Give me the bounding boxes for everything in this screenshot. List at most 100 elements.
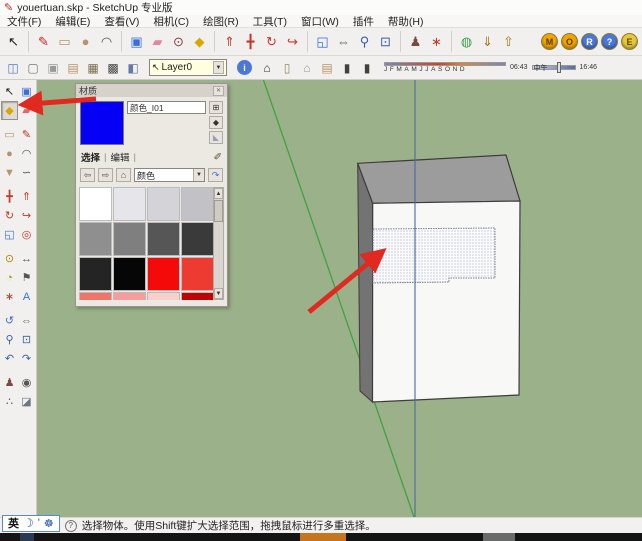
color-swatch[interactable] [79,187,112,221]
set-default-material-button[interactable]: ◆ [209,116,223,129]
ime-language-indicator[interactable]: 英 [8,515,19,531]
scale-tool-button[interactable]: ◱ [307,31,333,52]
house-dark-icon[interactable]: ⌂ [257,58,277,78]
menu-item[interactable]: 编辑(E) [48,14,97,29]
collection-dropdown[interactable]: 颜色 ▼ [134,168,205,182]
swatch-scrollbar[interactable]: ▲ ▼ [213,187,224,300]
color-swatch[interactable] [147,187,180,221]
google-earth-button[interactable]: ◍ [451,31,477,52]
color-swatch[interactable] [113,222,146,256]
material-name-field[interactable]: 颜色_I01 [127,101,206,114]
tab-select[interactable]: 选择 [81,150,100,164]
community-badge-button[interactable]: R [581,33,598,50]
menu-item[interactable]: 查看(V) [97,14,146,29]
zoom-extents-button[interactable]: ⊡ [18,330,35,349]
3d-text-tool-button[interactable]: A [18,287,35,306]
push-pull-button[interactable]: ⇑ [18,187,35,206]
rotate-tool-button[interactable]: ↻ [1,206,18,225]
section-plane-button[interactable]: ◪ [18,392,35,411]
follow-me-button[interactable]: ↪ [18,206,35,225]
home-button[interactable]: ⌂ [116,168,131,182]
back-edges-button[interactable]: ◧ [123,58,143,78]
zoom-tool-button[interactable]: ⚲ [354,31,375,52]
punctuation-icon[interactable]: ' [38,517,40,529]
walk-tool-button[interactable]: ∴ [1,392,18,411]
back-button[interactable]: ⇦ [80,168,95,182]
color-swatch[interactable] [147,257,180,291]
axes-tool-button[interactable]: ∗ [1,287,18,306]
push-pull-button[interactable]: ⇑ [214,31,240,52]
help-icon[interactable]: ? [65,520,77,532]
paint-bucket-button[interactable]: ◆ [1,101,18,120]
circle-tool-button[interactable]: ● [1,144,18,163]
offset-tool-button[interactable]: ◎ [18,225,35,244]
zoom-previous-button[interactable]: ↶ [1,349,18,368]
color-swatch[interactable] [79,222,112,256]
color-swatch[interactable] [181,222,214,256]
box-top-face[interactable] [358,155,520,203]
line-tool-button[interactable]: ✎ [18,125,35,144]
menu-item[interactable]: 插件 [346,14,381,29]
scale-tool-button[interactable]: ◱ [1,225,18,244]
layer-dropdown[interactable]: ↖ Layer0 ▼ [149,59,227,76]
menu-item[interactable]: 绘图(R) [196,14,246,29]
rectangle-tool-button[interactable]: ▭ [1,125,18,144]
orbit-tool-button[interactable]: ↺ [1,311,18,330]
box-light-icon[interactable]: ▯ [277,58,297,78]
community-badge-button[interactable]: M [541,33,558,50]
color-swatch[interactable] [113,257,146,291]
create-material-button[interactable]: ⊞ [209,101,223,114]
follow-me-button[interactable]: ↪ [282,31,303,52]
wireframe-button[interactable]: ▢ [23,58,43,78]
community-badge-button[interactable]: E [621,33,638,50]
layer-manager-button[interactable]: i [237,60,252,75]
selected-face[interactable] [373,228,495,283]
shadow-time-slider[interactable]: 中午 [532,65,576,70]
forward-button[interactable]: ⇨ [98,168,113,182]
position-camera-button[interactable]: ♟ [400,31,426,52]
paint-bucket-button[interactable]: ◆ [189,31,210,52]
moon-icon[interactable]: ☽ [23,516,34,530]
dimension-tool-button[interactable]: ↔ [18,249,35,268]
pan-tool-button[interactable]: ⇔ [18,311,35,330]
house-outline-icon[interactable]: ⌂ [297,58,317,78]
share-models-button[interactable]: ⇧ [498,31,519,52]
freehand-tool-button[interactable]: ∽ [18,163,35,182]
color-swatch[interactable] [113,187,146,221]
look-around-button[interactable]: ◉ [18,373,35,392]
community-badge-button[interactable]: O [561,33,578,50]
polygon-tool-button[interactable]: ▼ [1,163,18,182]
eraser-tool-button[interactable]: ▰ [147,31,168,52]
zoom-next-button[interactable]: ↷ [18,349,35,368]
arc-tool-button[interactable]: ◠ [96,31,117,52]
color-swatch[interactable] [79,292,112,300]
materials-dialog-titlebar[interactable]: 材质 ✕ [76,84,227,97]
move-tool-button[interactable]: ╋ [240,31,261,52]
box-tan-icon[interactable]: ▤ [317,58,337,78]
monochrome-button[interactable]: ▩ [103,58,123,78]
close-icon[interactable]: ✕ [213,86,224,96]
arc-tool-button[interactable]: ◠ [18,144,35,163]
color-swatch[interactable] [181,257,214,291]
hidden-line-button[interactable]: ▣ [43,58,63,78]
line-tool-button[interactable]: ✎ [28,31,54,52]
color-swatch[interactable] [181,292,214,300]
get-models-button[interactable]: ⇓ [477,31,498,52]
position-camera-button[interactable]: ♟ [1,373,18,392]
ime-settings-icon[interactable]: ☸ [44,517,54,530]
move-tool-button[interactable]: ╋ [1,187,18,206]
protractor-tool-button[interactable]: ◔ [1,268,18,287]
text-tool-button[interactable]: ⚑ [18,268,35,287]
make-component-button[interactable]: ▣ [121,31,147,52]
menu-item[interactable]: 帮助(H) [381,14,431,29]
rotate-tool-button[interactable]: ↻ [261,31,282,52]
select-tool-button[interactable]: ↖ [1,82,18,101]
circle-tool-button[interactable]: ● [75,31,96,52]
menu-item[interactable]: 相机(C) [146,14,196,29]
color-swatch[interactable] [181,187,214,221]
clipboard-icon-2[interactable]: ▮ [357,58,377,78]
scrollbar-thumb[interactable] [214,200,223,222]
select-tool-button[interactable]: ↖ [3,31,24,52]
axes-tool-button[interactable]: ∗ [426,31,447,52]
shaded-textures-button[interactable]: ▦ [83,58,103,78]
